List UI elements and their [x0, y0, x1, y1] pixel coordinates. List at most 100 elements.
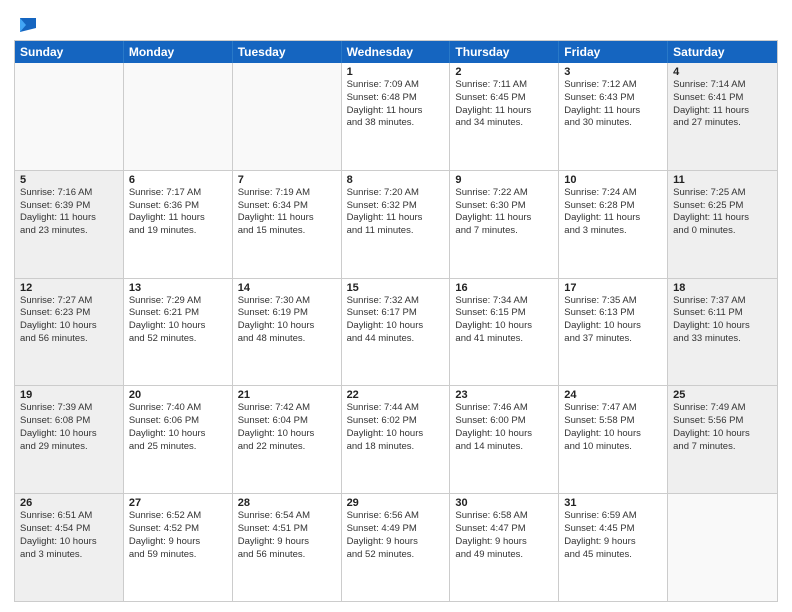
- day-info: Sunrise: 7:19 AMSunset: 6:34 PMDaylight:…: [238, 187, 336, 238]
- day-number: 6: [129, 174, 227, 186]
- week-row-5: 26Sunrise: 6:51 AMSunset: 4:54 PMDayligh…: [15, 494, 777, 601]
- day-number: 3: [564, 66, 662, 78]
- day-number: 12: [20, 282, 118, 294]
- cal-cell-1: 1Sunrise: 7:09 AMSunset: 6:48 PMDaylight…: [342, 63, 451, 170]
- header: [14, 10, 778, 34]
- day-number: 30: [455, 497, 553, 509]
- week-row-1: 1Sunrise: 7:09 AMSunset: 6:48 PMDaylight…: [15, 63, 777, 171]
- day-info: Sunrise: 7:42 AMSunset: 6:04 PMDaylight:…: [238, 402, 336, 453]
- day-info: Sunrise: 7:17 AMSunset: 6:36 PMDaylight:…: [129, 187, 227, 238]
- cal-cell-empty: [15, 63, 124, 170]
- day-info: Sunrise: 7:46 AMSunset: 6:00 PMDaylight:…: [455, 402, 553, 453]
- cal-cell-30: 30Sunrise: 6:58 AMSunset: 4:47 PMDayligh…: [450, 494, 559, 601]
- col-header-thursday: Thursday: [450, 41, 559, 63]
- day-info: Sunrise: 7:32 AMSunset: 6:17 PMDaylight:…: [347, 295, 445, 346]
- day-info: Sunrise: 7:39 AMSunset: 6:08 PMDaylight:…: [20, 402, 118, 453]
- cal-cell-empty: [233, 63, 342, 170]
- cal-cell-27: 27Sunrise: 6:52 AMSunset: 4:52 PMDayligh…: [124, 494, 233, 601]
- week-row-4: 19Sunrise: 7:39 AMSunset: 6:08 PMDayligh…: [15, 386, 777, 494]
- day-number: 22: [347, 389, 445, 401]
- day-number: 10: [564, 174, 662, 186]
- day-info: Sunrise: 7:11 AMSunset: 6:45 PMDaylight:…: [455, 79, 553, 130]
- calendar: SundayMondayTuesdayWednesdayThursdayFrid…: [14, 40, 778, 602]
- col-header-friday: Friday: [559, 41, 668, 63]
- calendar-body: 1Sunrise: 7:09 AMSunset: 6:48 PMDaylight…: [15, 63, 777, 601]
- cal-cell-empty: [124, 63, 233, 170]
- day-number: 25: [673, 389, 772, 401]
- col-header-monday: Monday: [124, 41, 233, 63]
- day-number: 14: [238, 282, 336, 294]
- day-info: Sunrise: 7:22 AMSunset: 6:30 PMDaylight:…: [455, 187, 553, 238]
- day-info: Sunrise: 6:51 AMSunset: 4:54 PMDaylight:…: [20, 510, 118, 561]
- cal-cell-12: 12Sunrise: 7:27 AMSunset: 6:23 PMDayligh…: [15, 279, 124, 386]
- cal-cell-19: 19Sunrise: 7:39 AMSunset: 6:08 PMDayligh…: [15, 386, 124, 493]
- day-info: Sunrise: 7:16 AMSunset: 6:39 PMDaylight:…: [20, 187, 118, 238]
- col-header-sunday: Sunday: [15, 41, 124, 63]
- cal-cell-13: 13Sunrise: 7:29 AMSunset: 6:21 PMDayligh…: [124, 279, 233, 386]
- cal-cell-22: 22Sunrise: 7:44 AMSunset: 6:02 PMDayligh…: [342, 386, 451, 493]
- cal-cell-5: 5Sunrise: 7:16 AMSunset: 6:39 PMDaylight…: [15, 171, 124, 278]
- cal-cell-8: 8Sunrise: 7:20 AMSunset: 6:32 PMDaylight…: [342, 171, 451, 278]
- day-number: 13: [129, 282, 227, 294]
- day-info: Sunrise: 6:56 AMSunset: 4:49 PMDaylight:…: [347, 510, 445, 561]
- day-info: Sunrise: 7:49 AMSunset: 5:56 PMDaylight:…: [673, 402, 772, 453]
- cal-cell-18: 18Sunrise: 7:37 AMSunset: 6:11 PMDayligh…: [668, 279, 777, 386]
- cal-cell-2: 2Sunrise: 7:11 AMSunset: 6:45 PMDaylight…: [450, 63, 559, 170]
- day-number: 27: [129, 497, 227, 509]
- day-info: Sunrise: 7:14 AMSunset: 6:41 PMDaylight:…: [673, 79, 772, 130]
- week-row-2: 5Sunrise: 7:16 AMSunset: 6:39 PMDaylight…: [15, 171, 777, 279]
- cal-cell-21: 21Sunrise: 7:42 AMSunset: 6:04 PMDayligh…: [233, 386, 342, 493]
- day-number: 28: [238, 497, 336, 509]
- col-header-wednesday: Wednesday: [342, 41, 451, 63]
- day-info: Sunrise: 7:24 AMSunset: 6:28 PMDaylight:…: [564, 187, 662, 238]
- day-info: Sunrise: 6:52 AMSunset: 4:52 PMDaylight:…: [129, 510, 227, 561]
- page: SundayMondayTuesdayWednesdayThursdayFrid…: [0, 0, 792, 612]
- day-info: Sunrise: 7:40 AMSunset: 6:06 PMDaylight:…: [129, 402, 227, 453]
- day-info: Sunrise: 6:54 AMSunset: 4:51 PMDaylight:…: [238, 510, 336, 561]
- cal-cell-11: 11Sunrise: 7:25 AMSunset: 6:25 PMDayligh…: [668, 171, 777, 278]
- cal-cell-31: 31Sunrise: 6:59 AMSunset: 4:45 PMDayligh…: [559, 494, 668, 601]
- col-header-saturday: Saturday: [668, 41, 777, 63]
- day-number: 5: [20, 174, 118, 186]
- cal-cell-16: 16Sunrise: 7:34 AMSunset: 6:15 PMDayligh…: [450, 279, 559, 386]
- day-info: Sunrise: 7:27 AMSunset: 6:23 PMDaylight:…: [20, 295, 118, 346]
- cal-cell-17: 17Sunrise: 7:35 AMSunset: 6:13 PMDayligh…: [559, 279, 668, 386]
- day-info: Sunrise: 7:25 AMSunset: 6:25 PMDaylight:…: [673, 187, 772, 238]
- day-info: Sunrise: 7:29 AMSunset: 6:21 PMDaylight:…: [129, 295, 227, 346]
- day-info: Sunrise: 7:37 AMSunset: 6:11 PMDaylight:…: [673, 295, 772, 346]
- cal-cell-15: 15Sunrise: 7:32 AMSunset: 6:17 PMDayligh…: [342, 279, 451, 386]
- day-number: 29: [347, 497, 445, 509]
- week-row-3: 12Sunrise: 7:27 AMSunset: 6:23 PMDayligh…: [15, 279, 777, 387]
- day-info: Sunrise: 7:30 AMSunset: 6:19 PMDaylight:…: [238, 295, 336, 346]
- day-number: 2: [455, 66, 553, 78]
- cal-cell-26: 26Sunrise: 6:51 AMSunset: 4:54 PMDayligh…: [15, 494, 124, 601]
- cal-cell-7: 7Sunrise: 7:19 AMSunset: 6:34 PMDaylight…: [233, 171, 342, 278]
- cal-cell-empty: [668, 494, 777, 601]
- cal-cell-4: 4Sunrise: 7:14 AMSunset: 6:41 PMDaylight…: [668, 63, 777, 170]
- day-info: Sunrise: 7:34 AMSunset: 6:15 PMDaylight:…: [455, 295, 553, 346]
- cal-cell-28: 28Sunrise: 6:54 AMSunset: 4:51 PMDayligh…: [233, 494, 342, 601]
- day-number: 11: [673, 174, 772, 186]
- day-info: Sunrise: 7:20 AMSunset: 6:32 PMDaylight:…: [347, 187, 445, 238]
- calendar-header-row: SundayMondayTuesdayWednesdayThursdayFrid…: [15, 41, 777, 63]
- cal-cell-20: 20Sunrise: 7:40 AMSunset: 6:06 PMDayligh…: [124, 386, 233, 493]
- cal-cell-23: 23Sunrise: 7:46 AMSunset: 6:00 PMDayligh…: [450, 386, 559, 493]
- col-header-tuesday: Tuesday: [233, 41, 342, 63]
- cal-cell-25: 25Sunrise: 7:49 AMSunset: 5:56 PMDayligh…: [668, 386, 777, 493]
- day-number: 31: [564, 497, 662, 509]
- day-number: 1: [347, 66, 445, 78]
- day-number: 24: [564, 389, 662, 401]
- day-number: 8: [347, 174, 445, 186]
- day-number: 18: [673, 282, 772, 294]
- cal-cell-9: 9Sunrise: 7:22 AMSunset: 6:30 PMDaylight…: [450, 171, 559, 278]
- day-info: Sunrise: 7:35 AMSunset: 6:13 PMDaylight:…: [564, 295, 662, 346]
- cal-cell-3: 3Sunrise: 7:12 AMSunset: 6:43 PMDaylight…: [559, 63, 668, 170]
- day-info: Sunrise: 6:59 AMSunset: 4:45 PMDaylight:…: [564, 510, 662, 561]
- cal-cell-24: 24Sunrise: 7:47 AMSunset: 5:58 PMDayligh…: [559, 386, 668, 493]
- day-info: Sunrise: 6:58 AMSunset: 4:47 PMDaylight:…: [455, 510, 553, 561]
- logo: [14, 14, 38, 34]
- logo-icon: [16, 14, 38, 36]
- day-number: 20: [129, 389, 227, 401]
- day-number: 9: [455, 174, 553, 186]
- day-number: 16: [455, 282, 553, 294]
